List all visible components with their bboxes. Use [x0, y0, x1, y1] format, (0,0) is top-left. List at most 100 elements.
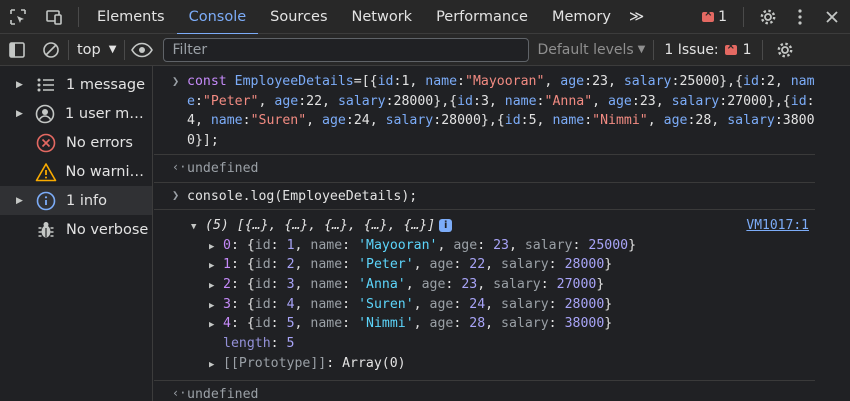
- array-length: length: 5: [223, 336, 295, 352]
- code-key: id: [457, 93, 473, 109]
- source-link[interactable]: VM1017:1: [746, 216, 809, 236]
- error-count-badge[interactable]: 1: [692, 8, 737, 25]
- toggle-sidebar-icon[interactable]: [0, 34, 34, 66]
- code-string: "Mayooran": [465, 74, 545, 89]
- close-icon[interactable]: [814, 0, 850, 34]
- tab-performance[interactable]: Performance: [424, 0, 540, 34]
- console-input-code[interactable]: console.log(EmployeeDetails);: [187, 183, 815, 210]
- info-badge-icon[interactable]: i: [439, 218, 453, 232]
- code-value: 5: [528, 113, 537, 128]
- item-key: name: [310, 257, 343, 273]
- dropdown-caret-icon: ▼: [108, 44, 117, 55]
- tab-memory[interactable]: Memory: [540, 0, 623, 34]
- tab-network[interactable]: Network: [340, 0, 425, 34]
- code-key: name: [552, 113, 585, 128]
- sidebar-item-user-messages[interactable]: ▶ 1 user mes...: [0, 99, 152, 128]
- live-expression-eye-icon[interactable]: [125, 34, 159, 66]
- console-input-code[interactable]: const EmployeeDetails=[{id:1, name:"Mayo…: [187, 66, 815, 154]
- item-index: 2: [223, 277, 231, 293]
- context-selector[interactable]: top ▼: [69, 42, 124, 58]
- array-item[interactable]: ▶ 1: {id: 2, name: 'Peter', age: 22, sala…: [187, 255, 815, 275]
- item-id: 3: [286, 277, 295, 293]
- item-key: id: [254, 316, 271, 332]
- code-value: 2: [766, 74, 775, 89]
- user-icon: [33, 102, 57, 126]
- issues-button[interactable]: 1 Issue: 1: [654, 41, 761, 58]
- issues-count: 1: [742, 41, 752, 58]
- array-item[interactable]: ▶ 2: {id: 3, name: 'Anna', age: 23, salar…: [187, 275, 815, 295]
- settings-gear-icon[interactable]: [750, 0, 786, 34]
- item-key: salary: [501, 257, 549, 273]
- expand-arrow-icon[interactable]: ▶: [16, 80, 28, 90]
- inspect-element-icon[interactable]: [0, 0, 36, 34]
- array-item[interactable]: ▶ 4: {id: 5, name: 'Nimmi', age: 28, sala…: [187, 314, 815, 334]
- context-value: top: [77, 41, 101, 58]
- tab-console[interactable]: Console: [176, 0, 259, 35]
- item-key: age: [429, 316, 454, 332]
- array-summary[interactable]: ▼ (5) [{…}, {…}, {…}, {…}, {…}] i VM1017:1: [187, 216, 815, 236]
- warning-icon: [34, 160, 58, 184]
- code-key: id: [743, 74, 759, 89]
- item-key: age: [453, 237, 478, 253]
- item-key: name: [310, 296, 343, 312]
- sidebar-item-info[interactable]: ▶ 1 info: [0, 186, 152, 215]
- filter-input[interactable]: [172, 41, 521, 58]
- clear-console-icon[interactable]: [34, 34, 68, 66]
- sidebar-item-label: No verbose: [66, 221, 149, 238]
- log-levels-dropdown[interactable]: Default levels ▼: [529, 42, 653, 58]
- item-key: age: [429, 296, 454, 312]
- result-value: undefined: [187, 386, 259, 401]
- array-prototype[interactable]: ▶ [[Prototype]]: Array(0): [187, 354, 815, 374]
- more-options-icon[interactable]: [786, 0, 814, 34]
- console-input-row[interactable]: ❯ console.log(EmployeeDetails);: [154, 183, 815, 210]
- code-value: 25000: [679, 74, 720, 89]
- filter-input-box[interactable]: [163, 37, 530, 62]
- console-log-row: ▼ (5) [{…}, {…}, {…}, {…}, {…}] i VM1017:1…: [154, 210, 815, 381]
- item-key: name: [310, 277, 343, 293]
- code-value: 1: [401, 74, 410, 89]
- sidebar-item-errors[interactable]: No errors: [0, 128, 152, 157]
- item-key: id: [254, 257, 271, 273]
- sidebar-item-label: 1 info: [66, 192, 108, 209]
- result-arrow-icon: ‹·: [172, 160, 187, 174]
- more-tabs-button[interactable]: ≫: [623, 0, 650, 34]
- bug-icon: [34, 218, 58, 242]
- console-settings-gear-icon[interactable]: [763, 34, 807, 66]
- item-index: 4: [223, 316, 231, 332]
- item-key: salary: [501, 296, 549, 312]
- list-icon: [34, 73, 58, 97]
- code-variable-name: EmployeeDetails: [234, 74, 354, 89]
- expand-arrow-icon[interactable]: ▶: [209, 356, 223, 376]
- item-index: 3: [223, 296, 231, 312]
- code-key: age: [274, 93, 299, 109]
- sidebar-item-messages[interactable]: ▶ 1 message: [0, 70, 152, 99]
- item-age: 22: [469, 257, 486, 273]
- code-string: "Peter": [202, 93, 259, 109]
- array-item[interactable]: ▶ 3: {id: 4, name: 'Suren', age: 24, sala…: [187, 295, 815, 315]
- levels-label: Default levels: [537, 41, 634, 58]
- code-value: 23: [639, 93, 656, 109]
- code-value: 28: [695, 113, 712, 128]
- sidebar-item-warnings[interactable]: No warnings: [0, 157, 152, 186]
- console-input-row[interactable]: ❯ const EmployeeDetails=[{id:1, name:"Ma…: [154, 66, 815, 155]
- item-name: 'Suren': [358, 296, 414, 312]
- item-id: 1: [286, 237, 295, 253]
- dropdown-caret-icon: ▼: [637, 44, 646, 55]
- console-result-row: ‹· undefined: [154, 381, 815, 401]
- array-item[interactable]: ▶ 0: {id: 1, name: 'Mayooran', age: 23, s…: [187, 236, 815, 256]
- item-key: salary: [524, 237, 573, 253]
- input-prompt-icon: ❯: [172, 187, 180, 202]
- tab-elements[interactable]: Elements: [85, 0, 177, 34]
- code-value: 3: [480, 93, 489, 109]
- device-toolbar-icon[interactable]: [36, 0, 72, 34]
- tab-sources[interactable]: Sources: [258, 0, 339, 34]
- code-string: "Nimmi": [592, 113, 648, 128]
- expand-arrow-icon[interactable]: ▶: [16, 196, 28, 206]
- code-string: "Suren": [250, 113, 307, 128]
- item-index: 1: [223, 257, 231, 273]
- code-key: age: [560, 74, 585, 89]
- code-key: age: [663, 113, 688, 128]
- item-salary: 25000: [588, 237, 629, 253]
- sidebar-item-verbose[interactable]: No verbose: [0, 215, 152, 244]
- expand-arrow-icon[interactable]: ▶: [16, 109, 27, 119]
